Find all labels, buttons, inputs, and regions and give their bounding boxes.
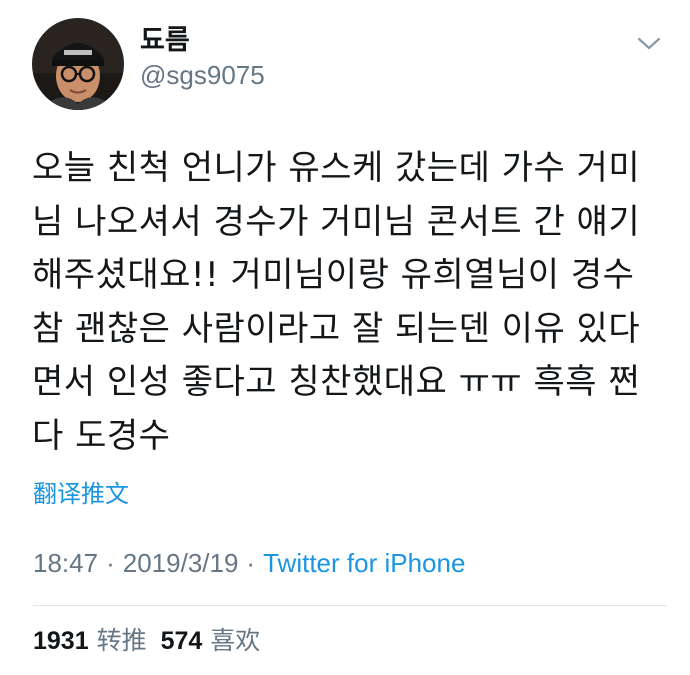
- meta-separator: ·: [246, 548, 256, 578]
- likes-label: 喜欢: [210, 626, 261, 655]
- user-handle[interactable]: @sgs9075: [140, 59, 265, 91]
- tweet-text-line: 님 나오셔서 경수가 거미님 콘서트 간 얘기: [32, 201, 641, 242]
- retweets-stat[interactable]: 1931 转推: [33, 626, 147, 655]
- tweet-date: 2019/3/19: [122, 548, 239, 578]
- tweet-stats: 1931 转推 574 喜欢: [33, 624, 260, 658]
- tweet-meta: 18:47 · 2019/3/19 · Twitter for iPhone: [33, 546, 465, 580]
- retweets-count: 1931: [33, 627, 89, 655]
- tweet-card: 됴름 @sgs9075 오늘 친척 언니가 유스케 갔는데 가수 거미 님 나오…: [0, 0, 690, 675]
- chevron-down-icon[interactable]: [634, 33, 664, 55]
- likes-count: 574: [160, 627, 203, 655]
- translate-link[interactable]: 翻译推文: [33, 478, 129, 510]
- likes-stat[interactable]: 574 喜欢: [161, 626, 261, 655]
- divider: [33, 605, 667, 606]
- avatar-photo: [32, 18, 124, 110]
- tweet-source-link[interactable]: Twitter for iPhone: [263, 548, 465, 578]
- tweet-text-line: 면서 인성 좋다고 칭찬했대요 ㅠㅠ 흑흑 쩐: [32, 362, 641, 402]
- tweet-time: 18:47: [33, 548, 99, 578]
- display-name[interactable]: 됴름: [140, 24, 190, 58]
- retweets-label: 转推: [96, 626, 147, 655]
- meta-separator: ·: [106, 548, 115, 578]
- avatar[interactable]: [32, 18, 124, 110]
- tweet-text-line: 참 괜찮은 사람이라고 잘 되는덴 이유 있다: [32, 308, 641, 349]
- tweet-text-line: 다 도경수: [32, 415, 171, 456]
- tweet-text-line: 해주셨대요!! 거미님이랑 유희열님이 경수: [32, 255, 635, 295]
- tweet-text-line: 오늘 친척 언니가 유스케 갔는데 가수 거미: [32, 148, 641, 188]
- tweet-text: 오늘 친척 언니가 유스케 갔는데 가수 거미 님 나오셔서 경수가 거미님 콘…: [32, 142, 672, 463]
